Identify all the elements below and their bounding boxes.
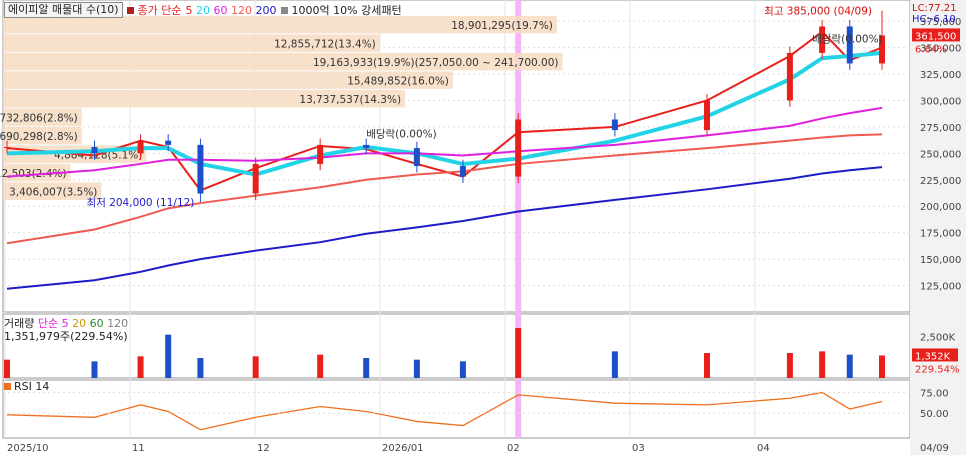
current-price-label: 361,500 [915, 31, 956, 42]
stock-chart-window: { "header": { "stock_label": "에이피알 매물대 수… [0, 0, 966, 455]
volume-profile-label: 12,855,712(13.4%) [274, 39, 376, 51]
legend-square-icon [280, 6, 288, 14]
rsi-panel [2, 379, 911, 439]
candle-body [317, 144, 324, 164]
volume-last-value: 1,351,979주(229.54%) [4, 330, 128, 343]
volume-profile-label: 18,901,295(19.7%) [451, 20, 553, 32]
current-volume-label: 1,352K [915, 351, 951, 362]
price-axis-panel [910, 0, 966, 455]
ma-legend-20: 20 [196, 3, 214, 17]
volume-bar [611, 351, 618, 378]
price-tick-label: 225,000 [920, 176, 961, 187]
volume-bar [704, 353, 710, 378]
chart-svg: 125,000 150,000 175,000 200,000 225,000 250,0… [0, 0, 966, 455]
ma-period-legend: 5 20 60 120 200 [186, 4, 277, 17]
candle-body [4, 147, 10, 149]
hc-label: HC:-6.10 [912, 14, 956, 25]
volume-bar [165, 334, 172, 378]
candle-body [252, 163, 259, 194]
volume-bar [459, 361, 466, 378]
volume-profile-label: 15,489,852(16.0%) [347, 76, 449, 88]
volume-bar [786, 353, 793, 378]
volume-bar [197, 358, 204, 378]
price-tick-label: 125,000 [920, 282, 961, 293]
high-annotation: 최고 385,000 (04/09) [764, 6, 872, 18]
candle-body [137, 140, 144, 154]
price-tick-label: 250,000 [920, 149, 961, 160]
volume-bar [4, 359, 10, 378]
month-label: 03 [632, 443, 645, 454]
lc-label: LC:77.21 [912, 3, 957, 14]
volume-bar [515, 328, 522, 378]
pattern-label: 1000억 10% 강세패턴 [291, 4, 402, 17]
candle-body [459, 166, 466, 177]
current-volume-pct-label: 229.54% [915, 364, 960, 375]
volume-tick-label: 2,500K [920, 332, 956, 343]
dividend-annotation: 배당락(0.00%) [366, 128, 437, 140]
volume-bar [819, 351, 826, 378]
candle-body [91, 147, 98, 154]
month-label: 2025/10 [7, 443, 49, 454]
candle-body [786, 52, 793, 101]
month-label: 02 [507, 443, 520, 454]
volume-bar [879, 355, 885, 378]
price-tick-label: 150,000 [920, 255, 961, 266]
ma-prefix-label: 종가 단순 [137, 4, 182, 17]
legend-square-icon [126, 6, 134, 14]
ma-legend-60: 60 [213, 3, 232, 17]
month-label: 12 [257, 443, 270, 454]
price-tick-label: 300,000 [920, 96, 961, 107]
volume-profile-label: 2,690,298(2.8%) [0, 131, 78, 143]
month-label: 04 [757, 443, 770, 454]
dividend-annotation: 배당락(0.00%) [812, 33, 883, 45]
candle-body [515, 119, 522, 177]
candle-body [197, 144, 204, 194]
price-tick-label: 175,000 [920, 229, 961, 240]
price-tick-label: 325,000 [920, 70, 961, 81]
rsi-panel-title: RSI 14 [4, 380, 49, 393]
candle-body [704, 100, 710, 131]
price-tick-label: 200,000 [920, 202, 961, 213]
rsi-label: RSI 14 [14, 380, 50, 393]
volume-bar [846, 354, 853, 378]
month-label: 11 [132, 443, 145, 454]
ma-legend-5: 5 [185, 3, 197, 17]
price-panel-title: 에이피알 매물대 수(10) 종가 단순 5 20 60 120 200 100… [4, 2, 402, 18]
stock-name-label[interactable]: 에이피알 매물대 수(10) [4, 2, 123, 18]
volume-profile-label: 19,163,933(19.9%)(257,050.00 ~ 241,700.0… [313, 57, 559, 69]
volume-bar [413, 359, 420, 378]
volume-profile-label: 3,406,007(3.5%) [9, 187, 97, 199]
volume-bar [91, 361, 98, 378]
low-annotation: 최저 204,000 (11/12) [87, 197, 195, 209]
price-tick-label: 275,000 [920, 123, 961, 134]
volume-bar [317, 354, 324, 378]
volume-bar [363, 358, 370, 378]
volume-profile-label: 13,737,537(14.3%) [299, 94, 401, 106]
rsi-tick-label: 50.00 [920, 409, 949, 420]
candle-body [165, 140, 172, 145]
candle-body [611, 119, 618, 131]
legend-square-icon [4, 383, 11, 390]
volume-bar [252, 356, 259, 378]
ma-legend-200: 200 [255, 3, 277, 17]
candle-body [363, 144, 370, 149]
month-label: 2026/01 [382, 443, 424, 454]
volume-bar [137, 356, 144, 378]
candle-body [413, 148, 420, 167]
volume-profile-label: 2,732,806(2.8%) [0, 113, 78, 125]
current-date-label: 04/09 [920, 443, 949, 454]
ma-legend-120: 120 [231, 3, 256, 17]
rsi-tick-label: 75.00 [920, 388, 949, 399]
current-change-label: 6.64% [915, 44, 947, 55]
